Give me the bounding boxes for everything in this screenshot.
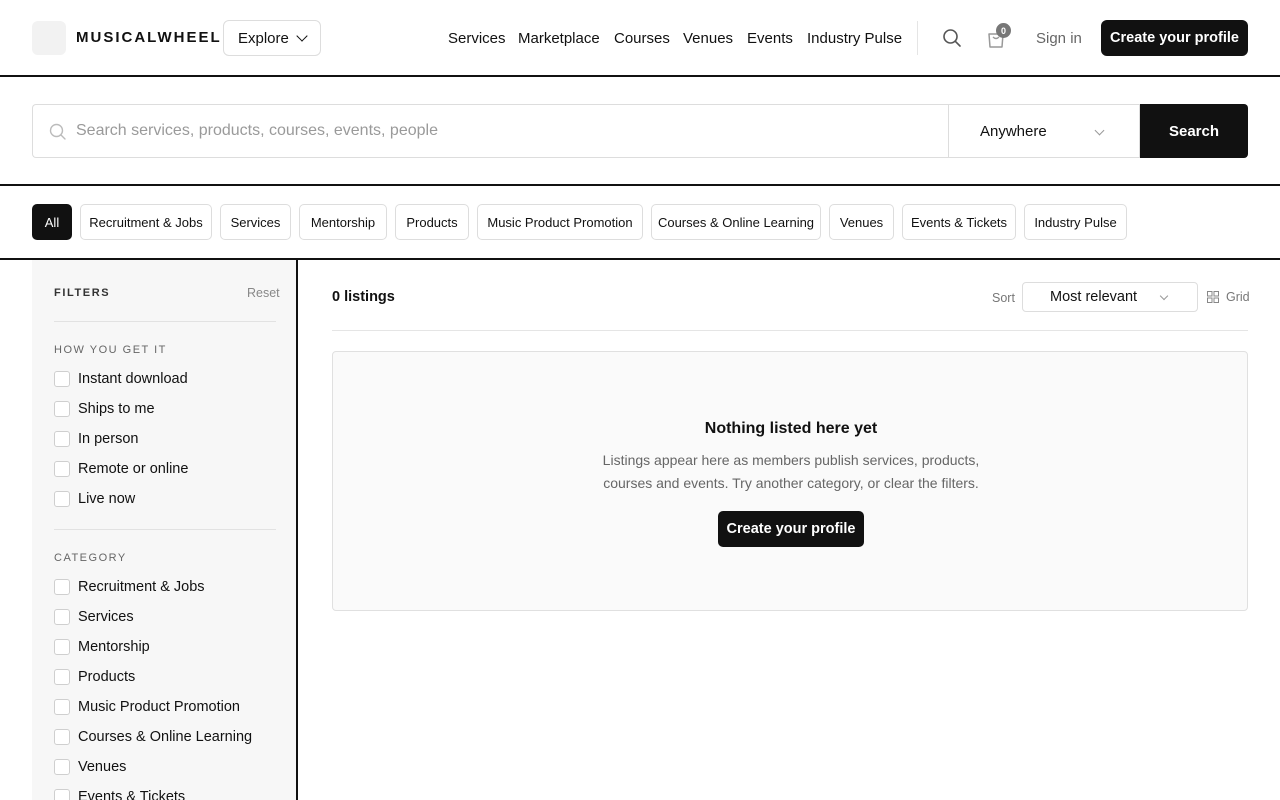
checkbox[interactable] (54, 789, 70, 800)
nav-events[interactable]: Events (747, 30, 793, 48)
cart-count-badge: 0 (996, 23, 1011, 38)
filter-live-now[interactable]: Live now (54, 491, 135, 507)
checkbox[interactable] (54, 461, 70, 477)
filter-label: Events & Tickets (78, 789, 186, 800)
filter-label: Venues (78, 759, 127, 775)
search-icon (49, 123, 66, 140)
filter-label: Music Product Promotion (78, 699, 240, 715)
filters-title: FILTERS (54, 287, 111, 299)
empty-create-profile-button[interactable]: Create your profile (718, 511, 864, 547)
checkbox[interactable] (54, 759, 70, 775)
filter-cat-courses[interactable]: Courses & Online Learning (54, 729, 252, 745)
filter-ships-to-me[interactable]: Ships to me (54, 401, 155, 417)
chip-services[interactable]: Services (220, 204, 291, 240)
filter-cat-events[interactable]: Events & Tickets (54, 789, 185, 800)
filters-reset-link[interactable]: Reset (247, 286, 280, 300)
location-select[interactable]: Anywhere (948, 104, 1140, 158)
chip-products[interactable]: Products (395, 204, 469, 240)
filters-sidebar: FILTERS Reset HOW YOU GET IT Instant dow… (32, 260, 298, 800)
filter-label: Services (78, 609, 134, 625)
checkbox[interactable] (54, 401, 70, 417)
chevron-down-icon (1094, 125, 1105, 136)
filter-instant-download[interactable]: Instant download (54, 371, 188, 387)
checkbox[interactable] (54, 639, 70, 655)
checkbox[interactable] (54, 371, 70, 387)
sort-value: Most relevant (1050, 289, 1138, 305)
filter-label: Remote or online (78, 461, 189, 477)
search-button[interactable]: Search (1140, 104, 1248, 158)
filter-cat-recruitment[interactable]: Recruitment & Jobs (54, 579, 205, 595)
filter-remote-online[interactable]: Remote or online (54, 461, 188, 477)
create-profile-button[interactable]: Create your profile (1101, 20, 1248, 56)
header-divider (917, 21, 918, 55)
divider (332, 330, 1248, 331)
logo-text[interactable]: MUSICALWHEEL (76, 29, 222, 47)
nav-industry-pulse[interactable]: Industry Pulse (807, 30, 902, 48)
search-icon[interactable] (942, 28, 962, 48)
filter-cat-services[interactable]: Services (54, 609, 134, 625)
view-toggle-label[interactable]: Grid (1226, 290, 1250, 304)
listings-count: 0 listings (332, 289, 395, 305)
location-value: Anywhere (980, 122, 1047, 140)
checkbox[interactable] (54, 669, 70, 685)
chip-mentorship[interactable]: Mentorship (299, 204, 387, 240)
filter-label: Live now (78, 491, 136, 507)
filter-label: Products (78, 669, 136, 685)
checkbox[interactable] (54, 699, 70, 715)
filter-cat-music-promotion[interactable]: Music Product Promotion (54, 699, 240, 715)
filter-label: Instant download (78, 371, 188, 387)
empty-state: Nothing listed here yet Listings appear … (332, 351, 1248, 611)
filter-cat-venues[interactable]: Venues (54, 759, 126, 775)
filter-label: Mentorship (78, 639, 150, 655)
chip-music-product-promotion[interactable]: Music Product Promotion (477, 204, 643, 240)
chip-all[interactable]: All (32, 204, 72, 240)
chip-industry-pulse[interactable]: Industry Pulse (1024, 204, 1127, 240)
nav-marketplace[interactable]: Marketplace (518, 30, 600, 48)
filter-in-person[interactable]: In person (54, 431, 138, 447)
filter-label: In person (78, 431, 139, 447)
checkbox[interactable] (54, 491, 70, 507)
explore-dropdown[interactable]: Explore (223, 20, 321, 56)
logo-icon[interactable] (32, 21, 66, 55)
empty-description: Listings appear here as members publish … (602, 452, 980, 491)
chevron-down-icon (296, 29, 308, 42)
divider (54, 529, 276, 530)
search-bar-section: Search services, products, courses, even… (0, 77, 1280, 186)
sign-in-link[interactable]: Sign in (1036, 30, 1082, 48)
chip-courses-online-learning[interactable]: Courses & Online Learning (651, 204, 821, 240)
chip-venues[interactable]: Venues (829, 204, 894, 240)
checkbox[interactable] (54, 609, 70, 625)
checkbox[interactable] (54, 431, 70, 447)
filter-cat-mentorship[interactable]: Mentorship (54, 639, 150, 655)
sort-select[interactable]: Most relevant (1022, 282, 1198, 312)
checkbox[interactable] (54, 729, 70, 745)
chevron-down-icon (1159, 291, 1169, 301)
nav-venues[interactable]: Venues (683, 30, 733, 48)
nav-courses[interactable]: Courses (614, 30, 670, 48)
checkbox[interactable] (54, 579, 70, 595)
divider (54, 321, 276, 322)
grid-icon[interactable] (1207, 291, 1219, 303)
sort-label: Sort (992, 291, 1015, 305)
filter-label: Recruitment & Jobs (78, 579, 205, 595)
nav-services[interactable]: Services (448, 30, 506, 48)
filter-cat-products[interactable]: Products (54, 669, 135, 685)
explore-label: Explore (238, 29, 289, 47)
site-header: MUSICALWHEEL Explore Services Marketplac… (0, 0, 1280, 77)
empty-title: Nothing listed here yet (704, 420, 878, 437)
how-section-title: HOW YOU GET IT (54, 344, 167, 356)
search-input[interactable]: Search services, products, courses, even… (32, 104, 949, 158)
category-section-title: CATEGORY (54, 552, 127, 564)
chip-events-tickets[interactable]: Events & Tickets (902, 204, 1016, 240)
filter-label: Courses & Online Learning (78, 729, 253, 745)
category-chips: All Recruitment & Jobs Services Mentorsh… (0, 186, 1280, 260)
chip-recruitment-jobs[interactable]: Recruitment & Jobs (80, 204, 212, 240)
search-placeholder: Search services, products, courses, even… (76, 122, 438, 139)
filter-label: Ships to me (78, 401, 155, 417)
